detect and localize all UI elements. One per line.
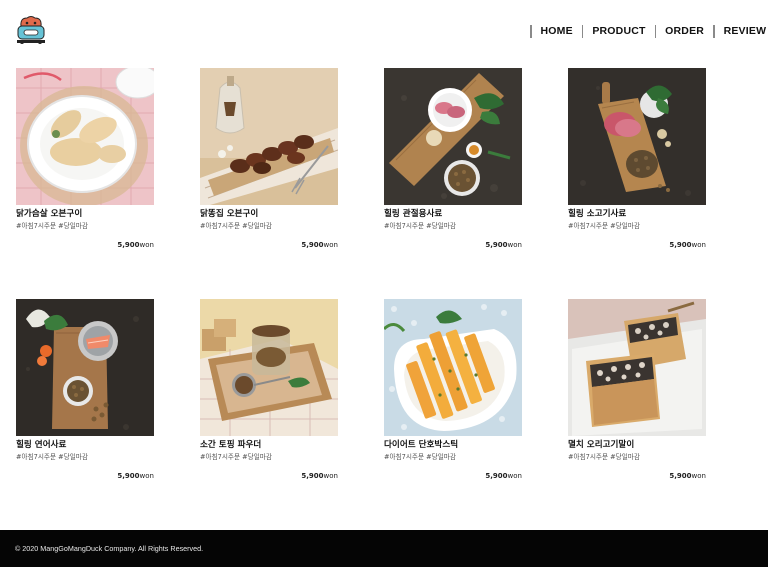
price-value: 5,900 (117, 241, 140, 249)
product-name[interactable]: 닭가슴살 오븐구이 (16, 209, 156, 220)
nav-review-label: REVIEW (723, 25, 767, 37)
product-name[interactable]: 소간 토핑 파우더 (200, 440, 340, 451)
price-value: 5,900 (301, 472, 324, 480)
product-name[interactable]: 힐링 관절용사료 (384, 209, 524, 220)
price-currency: won (691, 472, 706, 480)
price-value: 5,900 (485, 472, 508, 480)
nav-review-link[interactable]: REVIEW (713, 24, 768, 38)
price-currency: won (507, 472, 522, 480)
product-card[interactable]: 힐링 연어사료 #아침7시주문 #당일마감 5,900won (16, 299, 156, 481)
nav-divider (530, 24, 532, 38)
price-value: 5,900 (485, 241, 508, 249)
product-price: 5,900won (200, 240, 340, 250)
product-image-joint-food[interactable] (384, 68, 522, 205)
product-card[interactable]: 닭똥집 오븐구이 #아침7시주문 #당일마감 5,900won (200, 68, 340, 250)
price-value: 5,900 (669, 241, 692, 249)
product-card[interactable]: 힐링 소고기사료 #아침7시주문 #당일마감 5,900won (568, 68, 708, 250)
price-currency: won (139, 472, 154, 480)
price-value: 5,900 (117, 472, 140, 480)
price-currency: won (691, 241, 706, 249)
price-currency: won (323, 472, 338, 480)
page: HOME PRODUCT ORDER REVIEW 닭가슴살 오븐구이 #아침7… (0, 0, 768, 567)
product-tags: #아침7시주문 #당일마감 (200, 222, 272, 230)
nav-product-link[interactable]: PRODUCT (581, 24, 655, 38)
product-price: 5,900won (16, 471, 156, 481)
product-image-anchovy-duck[interactable] (568, 299, 706, 436)
product-tags: #아침7시주문 #당일마감 (200, 453, 272, 461)
product-tags: #아침7시주문 #당일마감 (568, 453, 640, 461)
nav-home-label: HOME (540, 25, 573, 37)
product-price: 5,900won (568, 240, 708, 250)
product-tags: #아침7시주문 #당일마감 (384, 453, 456, 461)
copyright-text: © 2020 MangGoMangDuck Company. All Right… (15, 544, 204, 553)
product-image-chicken-breast[interactable] (16, 68, 154, 205)
footer: © 2020 MangGoMangDuck Company. All Right… (0, 530, 768, 567)
nav-divider (713, 24, 715, 38)
nav-order-label: ORDER (665, 25, 705, 37)
product-tags: #아침7시주문 #당일마감 (568, 222, 640, 230)
price-currency: won (323, 241, 338, 249)
product-name[interactable]: 다이어트 단호박스틱 (384, 440, 524, 451)
product-name[interactable]: 멸치 오리고기말이 (568, 440, 708, 451)
product-name[interactable]: 닭똥집 오븐구이 (200, 209, 340, 220)
nav-product-label: PRODUCT (592, 25, 646, 37)
product-price: 5,900won (384, 240, 524, 250)
product-image-liver-powder[interactable] (200, 299, 338, 436)
product-card[interactable]: 멸치 오리고기말이 #아침7시주문 #당일마감 5,900won (568, 299, 708, 481)
product-tags: #아침7시주문 #당일마감 (16, 222, 88, 230)
product-tags: #아침7시주문 #당일마감 (16, 453, 88, 461)
product-price: 5,900won (200, 471, 340, 481)
product-image-beef-food[interactable] (568, 68, 706, 205)
product-tags: #아침7시주문 #당일마감 (384, 222, 456, 230)
price-value: 5,900 (669, 472, 692, 480)
price-currency: won (139, 241, 154, 249)
product-name[interactable]: 힐링 소고기사료 (568, 209, 708, 220)
price-value: 5,900 (301, 241, 324, 249)
product-image-gizzard[interactable] (200, 68, 338, 205)
product-card[interactable]: 힐링 관절용사료 #아침7시주문 #당일마감 5,900won (384, 68, 524, 250)
product-price: 5,900won (384, 471, 524, 481)
main-nav: HOME PRODUCT ORDER REVIEW (530, 24, 768, 38)
product-price: 5,900won (16, 240, 156, 250)
nav-home-link[interactable]: HOME (530, 24, 582, 38)
dog-bone-logo-icon[interactable] (14, 15, 48, 45)
product-card[interactable]: 다이어트 단호박스틱 #아침7시주문 #당일마감 5,900won (384, 299, 524, 481)
product-image-pumpkin-sticks[interactable] (384, 299, 522, 436)
nav-order-link[interactable]: ORDER (654, 24, 713, 38)
nav-divider (654, 24, 657, 38)
product-price: 5,900won (568, 471, 708, 481)
nav-divider (581, 24, 584, 38)
price-currency: won (507, 241, 522, 249)
product-image-salmon-food[interactable] (16, 299, 154, 436)
product-card[interactable]: 소간 토핑 파우더 #아침7시주문 #당일마감 5,900won (200, 299, 340, 481)
product-name[interactable]: 힐링 연어사료 (16, 440, 156, 451)
product-card[interactable]: 닭가슴살 오븐구이 #아침7시주문 #당일마감 5,900won (16, 68, 156, 250)
